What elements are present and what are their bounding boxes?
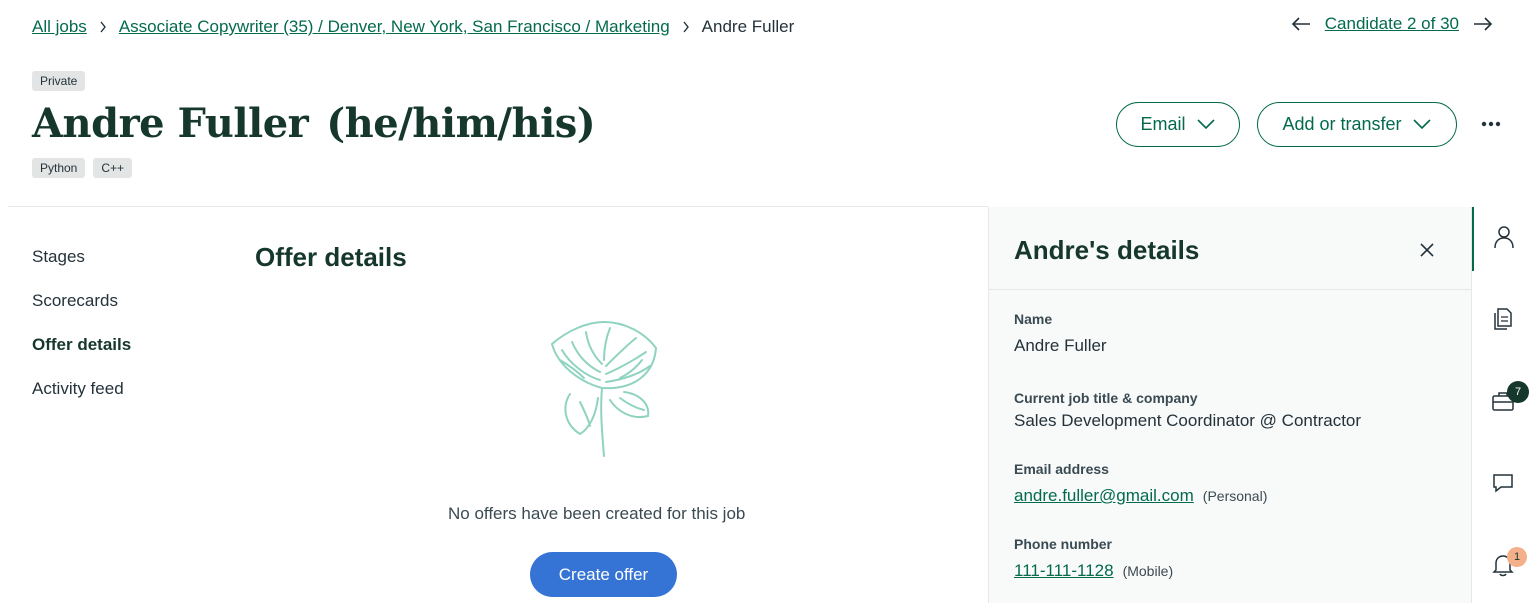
comment-icon [1492,472,1514,499]
add-or-transfer-label: Add or transfer [1282,114,1402,134]
breadcrumb-all-jobs-link[interactable]: All jobs [32,17,87,37]
chevron-down-icon [1412,114,1432,135]
candidate-name-heading: Andre Fuller (he/him/his) [32,100,596,147]
email-button-label: Email [1140,114,1186,134]
candidate-details-panel: Andre's details Name Andre Fuller Curren… [988,207,1472,603]
create-offer-button[interactable]: Create offer [530,552,677,597]
documents-icon [1492,307,1514,336]
candidate-name: Andre Fuller [32,100,309,147]
header-divider [8,206,988,207]
email-label: Email address [1014,461,1109,477]
name-label: Name [1014,311,1053,327]
phone-number-link[interactable]: 111-111-1128 [1014,561,1114,580]
phone-label: Phone number [1014,536,1113,552]
add-or-transfer-dropdown-button[interactable]: Add or transfer [1257,102,1457,147]
tag-cpp: C++ [93,158,133,178]
more-options-icon[interactable] [1478,112,1504,136]
panel-divider [989,289,1472,290]
candidate-count-link[interactable]: Candidate 2 of 30 [1325,14,1459,34]
nav-item-offer-details[interactable]: Offer details [0,323,225,381]
email-row: andre.fuller@gmail.com (Personal) [1014,486,1267,506]
candidate-tags: Python C++ [32,158,133,178]
offer-details-heading: Offer details [255,242,407,272]
email-address-link[interactable]: andre.fuller@gmail.com [1014,486,1194,505]
right-icon-rail: 7 1 [1471,207,1533,603]
tag-python: Python [32,158,86,178]
close-icon[interactable] [1417,240,1437,260]
rail-documents[interactable] [1472,289,1533,353]
person-icon [1493,225,1515,254]
candidate-pronouns: (he/him/his) [326,100,596,147]
notifications-count-badge: 1 [1507,547,1527,567]
rail-candidate-details[interactable] [1472,207,1533,271]
nav-item-stages[interactable]: Stages [0,235,225,279]
breadcrumb-job-link[interactable]: Associate Copywriter (35) / Denver, New … [119,17,670,37]
nav-item-scorecards[interactable]: Scorecards [0,279,225,323]
previous-candidate-arrow-icon[interactable] [1291,16,1311,32]
email-dropdown-button[interactable]: Email [1116,102,1240,147]
breadcrumb: All jobs Associate Copywriter (35) / Den… [32,16,794,38]
profile-section-nav: Stages Scorecards Offer details Activity… [0,235,225,411]
email-type-note: (Personal) [1202,488,1268,504]
chevron-down-icon [1196,114,1216,135]
phone-row: 111-111-1128 (Mobile) [1014,561,1173,581]
private-badge: Private [32,71,86,91]
next-candidate-arrow-icon[interactable] [1473,16,1493,32]
name-value: Andre Fuller [1014,336,1107,355]
rail-notifications[interactable]: 1 [1472,535,1533,599]
nav-item-activity-feed[interactable]: Activity feed [0,367,225,411]
details-panel-title: Andre's details [1014,235,1200,265]
monstera-leaf-illustration [540,316,668,462]
rail-jobs[interactable]: 7 [1472,371,1533,435]
chevron-right-icon [682,21,690,33]
jobs-count-badge: 7 [1507,381,1529,403]
rail-comments[interactable] [1472,453,1533,517]
phone-type-note: (Mobile) [1122,563,1174,579]
breadcrumb-current: Andre Fuller [701,17,795,36]
chevron-right-icon [99,21,107,33]
job-title-value: Sales Development Coordinator @ Contract… [1014,411,1362,430]
candidate-navigation: Candidate 2 of 30 [1291,14,1493,34]
job-title-label: Current job title & company [1014,390,1198,406]
empty-state-message: No offers have been created for this job [448,504,746,523]
